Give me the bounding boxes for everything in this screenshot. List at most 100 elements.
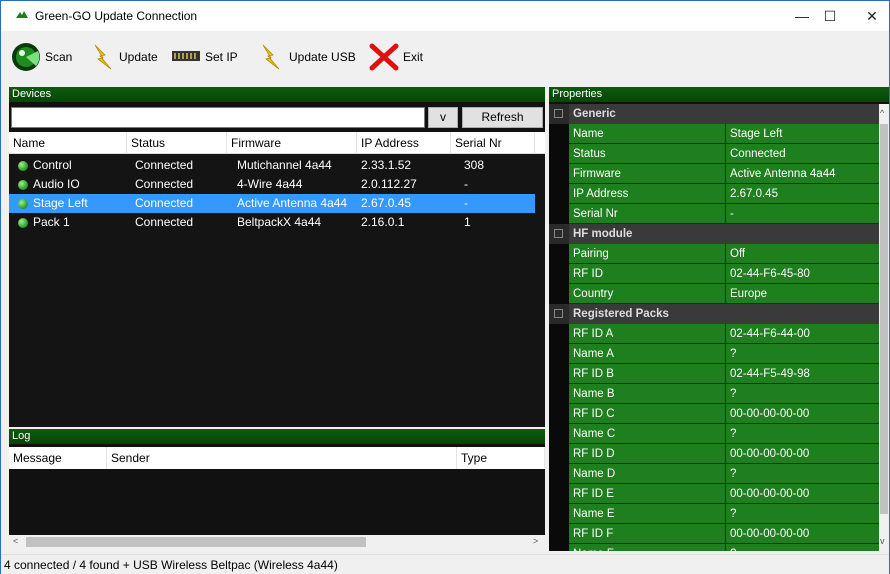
device-serial: 1 [464, 215, 471, 229]
property-row[interactable]: RF ID C 00-00-00-00-00 [549, 404, 879, 424]
scroll-right-icon[interactable]: > [533, 536, 538, 546]
property-category[interactable]: Registered Packs [549, 304, 879, 324]
property-value[interactable]: ? [726, 384, 879, 404]
property-row[interactable]: RF ID A 02-44-F6-44-00 [549, 324, 879, 344]
scrollbar-thumb[interactable] [880, 124, 888, 514]
property-row[interactable]: RF ID F 00-00-00-00-00 [549, 524, 879, 544]
column-status[interactable]: Status [127, 132, 227, 154]
property-row[interactable]: RF ID B 02-44-F5-49-98 [549, 364, 879, 384]
refresh-button[interactable]: Refresh [462, 107, 543, 128]
log-horizontal-scrollbar[interactable]: < > [9, 535, 545, 549]
property-row[interactable]: Name E? [549, 504, 879, 524]
collapse-icon[interactable] [554, 229, 563, 238]
scroll-left-icon[interactable]: < [13, 536, 18, 546]
exit-button[interactable]: Exit [369, 43, 423, 71]
column-message[interactable]: Message [9, 447, 107, 469]
category-gutter [549, 104, 569, 124]
column-type[interactable]: Type [457, 447, 545, 469]
device-row[interactable]: Audio IO Connected 4-Wire 4a44 2.0.112.2… [9, 175, 535, 194]
property-value[interactable]: - [726, 204, 879, 224]
property-value[interactable]: Off [726, 244, 879, 264]
property-value[interactable]: Connected [726, 144, 879, 164]
property-row[interactable]: RF ID E 00-00-00-00-00 [549, 484, 879, 504]
property-row[interactable]: IP Address 2.67.0.45 [549, 184, 879, 204]
device-row-selected[interactable]: Stage Left Connected Active Antenna 4a44… [9, 194, 535, 213]
scroll-up-icon[interactable]: ^ [880, 108, 884, 118]
property-row[interactable]: RF ID 02-44-F6-45-80 [549, 264, 879, 284]
property-key: RF ID B [569, 364, 726, 384]
device-status: Connected [135, 158, 194, 172]
filter-dropdown-button[interactable]: v [428, 107, 458, 128]
collapse-icon[interactable] [554, 109, 563, 118]
column-serial-nr[interactable]: Serial Nr [451, 132, 535, 154]
column-firmware[interactable]: Firmware [227, 132, 357, 154]
property-value[interactable]: Europe [726, 284, 879, 304]
property-row[interactable]: Pairing Off [549, 244, 879, 264]
update-button[interactable]: Update [91, 43, 158, 71]
property-row[interactable]: Name Stage Left [549, 124, 879, 144]
property-row[interactable]: Name C? [549, 424, 879, 444]
row-gutter [549, 424, 569, 444]
property-value[interactable]: 02-44-F6-45-80 [726, 264, 879, 284]
scrollbar-thumb[interactable] [26, 537, 366, 547]
property-value[interactable]: 00-00-00-00-00 [726, 404, 879, 424]
close-button[interactable]: ✕ [849, 1, 890, 31]
device-row[interactable]: Control Connected Mutichannel 4a44 2.33.… [9, 156, 535, 175]
device-firmware: Mutichannel 4a44 [237, 158, 332, 172]
property-value[interactable]: ? [726, 344, 879, 364]
collapse-icon[interactable] [554, 309, 563, 318]
lightning-icon [262, 44, 280, 70]
property-value[interactable]: ? [726, 544, 879, 551]
column-sender[interactable]: Sender [107, 447, 457, 469]
device-name: Audio IO [33, 177, 80, 191]
property-value[interactable]: ? [726, 464, 879, 484]
device-filter-input[interactable] [11, 107, 425, 128]
maximize-button[interactable]: ☐ [807, 1, 853, 31]
property-value[interactable]: 00-00-00-00-00 [726, 484, 879, 504]
scroll-down-icon[interactable]: v [880, 536, 885, 546]
update-usb-button[interactable]: Update USB [259, 43, 356, 71]
property-row[interactable]: Status Connected [549, 144, 879, 164]
property-row[interactable]: Firmware Active Antenna 4a44 [549, 164, 879, 184]
property-row[interactable]: Name A? [549, 344, 879, 364]
property-value[interactable]: ? [726, 504, 879, 524]
property-row[interactable]: Name F? [549, 544, 879, 551]
column-ip-address[interactable]: IP Address [357, 132, 451, 154]
property-key: RF ID F [569, 524, 726, 544]
device-firmware: Active Antenna 4a44 [237, 196, 348, 210]
device-ip: 2.0.112.27 [361, 177, 417, 191]
property-row[interactable]: Country Europe [549, 284, 879, 304]
row-gutter [549, 444, 569, 464]
property-row[interactable]: Name B? [549, 384, 879, 404]
property-row[interactable]: Serial Nr - [549, 204, 879, 224]
property-value[interactable]: 02-44-F6-44-00 [726, 324, 879, 344]
property-key: IP Address [569, 184, 726, 204]
property-value[interactable]: 00-00-00-00-00 [726, 444, 879, 464]
property-key: Name D [569, 464, 726, 484]
device-row[interactable]: Pack 1 Connected BeltpackX 4a44 2.16.0.1… [9, 213, 535, 232]
status-bar: 4 connected / 4 found + USB Wireless Bel… [1, 554, 889, 574]
property-value[interactable]: Stage Left [726, 124, 879, 144]
property-value[interactable]: ? [726, 424, 879, 444]
property-value[interactable]: Active Antenna 4a44 [726, 164, 879, 184]
device-table: Name Status Firmware IP Address Serial N… [9, 132, 545, 427]
property-key: Name B [569, 384, 726, 404]
row-gutter [549, 464, 569, 484]
column-name[interactable]: Name [9, 132, 127, 154]
property-key: RF ID C [569, 404, 726, 424]
set-ip-button[interactable]: Set IP [171, 43, 238, 71]
row-gutter [549, 384, 569, 404]
property-category[interactable]: Generic [549, 104, 879, 124]
property-value[interactable]: 00-00-00-00-00 [726, 524, 879, 544]
property-value[interactable]: 2.67.0.45 [726, 184, 879, 204]
property-category[interactable]: HF module [549, 224, 879, 244]
property-value[interactable]: 02-44-F5-49-98 [726, 364, 879, 384]
scan-button[interactable]: Scan [11, 43, 72, 71]
update-label: Update [119, 50, 158, 64]
properties-vertical-scrollbar[interactable]: ^ v [879, 104, 889, 551]
property-row[interactable]: Name D? [549, 464, 879, 484]
log-table-header: Message Sender Type [9, 447, 545, 469]
row-gutter [549, 484, 569, 504]
property-key: RF ID [569, 264, 726, 284]
property-row[interactable]: RF ID D 00-00-00-00-00 [549, 444, 879, 464]
